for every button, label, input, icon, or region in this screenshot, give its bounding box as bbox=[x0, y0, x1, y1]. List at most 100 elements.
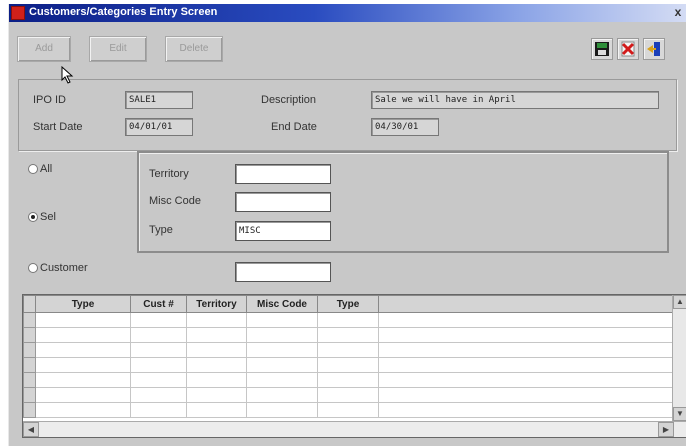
radio-customer-label: Customer bbox=[40, 262, 88, 274]
ipo-id-field[interactable]: SALE1 bbox=[125, 91, 193, 109]
grid-cell[interactable] bbox=[35, 327, 131, 343]
vertical-scrollbar[interactable]: ▲ ▼ bbox=[672, 295, 686, 421]
grid-cell[interactable] bbox=[35, 357, 131, 373]
exit-icon[interactable] bbox=[643, 38, 665, 60]
misc-code-label: Misc Code bbox=[149, 195, 201, 207]
radio-sel-dot[interactable] bbox=[28, 212, 38, 222]
grid-cell[interactable] bbox=[130, 342, 187, 358]
grid-cell[interactable] bbox=[35, 402, 131, 418]
radio-customer[interactable]: Customer bbox=[28, 262, 88, 274]
grid-cell[interactable] bbox=[35, 372, 131, 388]
close-icon[interactable]: x bbox=[671, 5, 685, 20]
mouse-cursor-icon bbox=[61, 66, 74, 84]
grid-cell[interactable] bbox=[186, 357, 247, 373]
grid-cell[interactable] bbox=[130, 402, 187, 418]
table-row[interactable] bbox=[23, 342, 675, 358]
table-row[interactable] bbox=[23, 312, 675, 328]
grid-cell[interactable] bbox=[246, 402, 318, 418]
grid-cell[interactable] bbox=[378, 357, 675, 373]
grid-table: Type Cust # Territory Misc Code Type bbox=[23, 295, 675, 418]
row-selector[interactable] bbox=[23, 312, 36, 328]
customer-grid[interactable]: Type Cust # Territory Misc Code Type ▲ ▼… bbox=[22, 294, 686, 438]
grid-cell[interactable] bbox=[246, 357, 318, 373]
grid-cell[interactable] bbox=[246, 387, 318, 403]
grid-cell[interactable] bbox=[246, 342, 318, 358]
grid-cell[interactable] bbox=[378, 342, 675, 358]
grid-cell[interactable] bbox=[186, 312, 247, 328]
grid-header-row: Type Cust # Territory Misc Code Type bbox=[23, 295, 675, 313]
grid-cell[interactable] bbox=[186, 402, 247, 418]
description-field[interactable]: Sale we will have in April bbox=[371, 91, 659, 109]
grid-cell[interactable] bbox=[186, 372, 247, 388]
grid-cell[interactable] bbox=[246, 312, 318, 328]
end-date-label: End Date bbox=[271, 121, 317, 133]
row-selector[interactable] bbox=[23, 357, 36, 373]
grid-cell[interactable] bbox=[378, 387, 675, 403]
radio-customer-dot[interactable] bbox=[28, 263, 38, 273]
radio-all-label: All bbox=[40, 163, 53, 175]
scroll-left-icon[interactable]: ◀ bbox=[23, 422, 39, 437]
grid-cell[interactable] bbox=[35, 387, 131, 403]
cancel-icon[interactable] bbox=[617, 38, 639, 60]
grid-cell[interactable] bbox=[186, 342, 247, 358]
delete-button[interactable]: Delete bbox=[165, 36, 223, 62]
radio-all[interactable]: All bbox=[28, 163, 52, 175]
grid-cell[interactable] bbox=[186, 387, 247, 403]
edit-button[interactable]: Edit bbox=[89, 36, 147, 62]
col-header-type-2[interactable]: Type bbox=[317, 295, 379, 313]
start-date-field[interactable]: 04/01/01 bbox=[125, 118, 193, 136]
radio-sel[interactable]: Sel bbox=[28, 211, 56, 223]
grid-cell[interactable] bbox=[130, 357, 187, 373]
add-button[interactable]: Add bbox=[17, 36, 71, 62]
grid-cell[interactable] bbox=[35, 312, 131, 328]
col-header-cust[interactable]: Cust # bbox=[130, 295, 187, 313]
col-header-type[interactable]: Type bbox=[35, 295, 131, 313]
table-row[interactable] bbox=[23, 357, 675, 373]
toolbar: Add Edit Delete bbox=[9, 30, 686, 68]
type-field[interactable]: MISC bbox=[235, 221, 331, 241]
row-selector[interactable] bbox=[23, 372, 36, 388]
grid-cell[interactable] bbox=[317, 327, 379, 343]
grid-cell[interactable] bbox=[317, 402, 379, 418]
row-selector[interactable] bbox=[23, 327, 36, 343]
horizontal-scrollbar[interactable]: ◀ ▶ bbox=[23, 421, 686, 437]
territory-field[interactable] bbox=[235, 164, 331, 184]
end-date-field[interactable]: 04/30/01 bbox=[371, 118, 439, 136]
grid-cell[interactable] bbox=[130, 387, 187, 403]
scroll-down-icon[interactable]: ▼ bbox=[673, 407, 686, 421]
col-header-territory[interactable]: Territory bbox=[186, 295, 247, 313]
title-bar[interactable]: Customers/Categories Entry Screen x bbox=[9, 4, 686, 22]
misc-code-field[interactable] bbox=[235, 192, 331, 212]
grid-cell[interactable] bbox=[378, 372, 675, 388]
grid-cell[interactable] bbox=[317, 312, 379, 328]
grid-cell[interactable] bbox=[35, 342, 131, 358]
table-row[interactable] bbox=[23, 372, 675, 388]
filter-panel: All Sel Customer Territory Misc Code Typ… bbox=[18, 151, 677, 289]
grid-cell[interactable] bbox=[317, 357, 379, 373]
customer-field[interactable] bbox=[235, 262, 331, 282]
table-row[interactable] bbox=[23, 402, 675, 418]
row-selector[interactable] bbox=[23, 387, 36, 403]
grid-cell[interactable] bbox=[186, 327, 247, 343]
scroll-right-icon[interactable]: ▶ bbox=[658, 422, 674, 437]
row-selector[interactable] bbox=[23, 402, 36, 418]
table-row[interactable] bbox=[23, 327, 675, 343]
save-icon[interactable] bbox=[591, 38, 613, 60]
radio-all-dot[interactable] bbox=[28, 164, 38, 174]
grid-cell[interactable] bbox=[317, 342, 379, 358]
grid-cell[interactable] bbox=[130, 372, 187, 388]
row-selector[interactable] bbox=[23, 342, 36, 358]
grid-cell[interactable] bbox=[246, 327, 318, 343]
table-row[interactable] bbox=[23, 387, 675, 403]
grid-cell[interactable] bbox=[317, 387, 379, 403]
grid-cell[interactable] bbox=[378, 402, 675, 418]
grid-cell[interactable] bbox=[378, 327, 675, 343]
grid-cell[interactable] bbox=[378, 312, 675, 328]
grid-cell[interactable] bbox=[130, 327, 187, 343]
col-header-misc-code[interactable]: Misc Code bbox=[246, 295, 318, 313]
grid-cell[interactable] bbox=[317, 372, 379, 388]
grid-cell[interactable] bbox=[130, 312, 187, 328]
scroll-up-icon[interactable]: ▲ bbox=[673, 295, 686, 309]
description-label: Description bbox=[261, 94, 317, 106]
grid-cell[interactable] bbox=[246, 372, 318, 388]
